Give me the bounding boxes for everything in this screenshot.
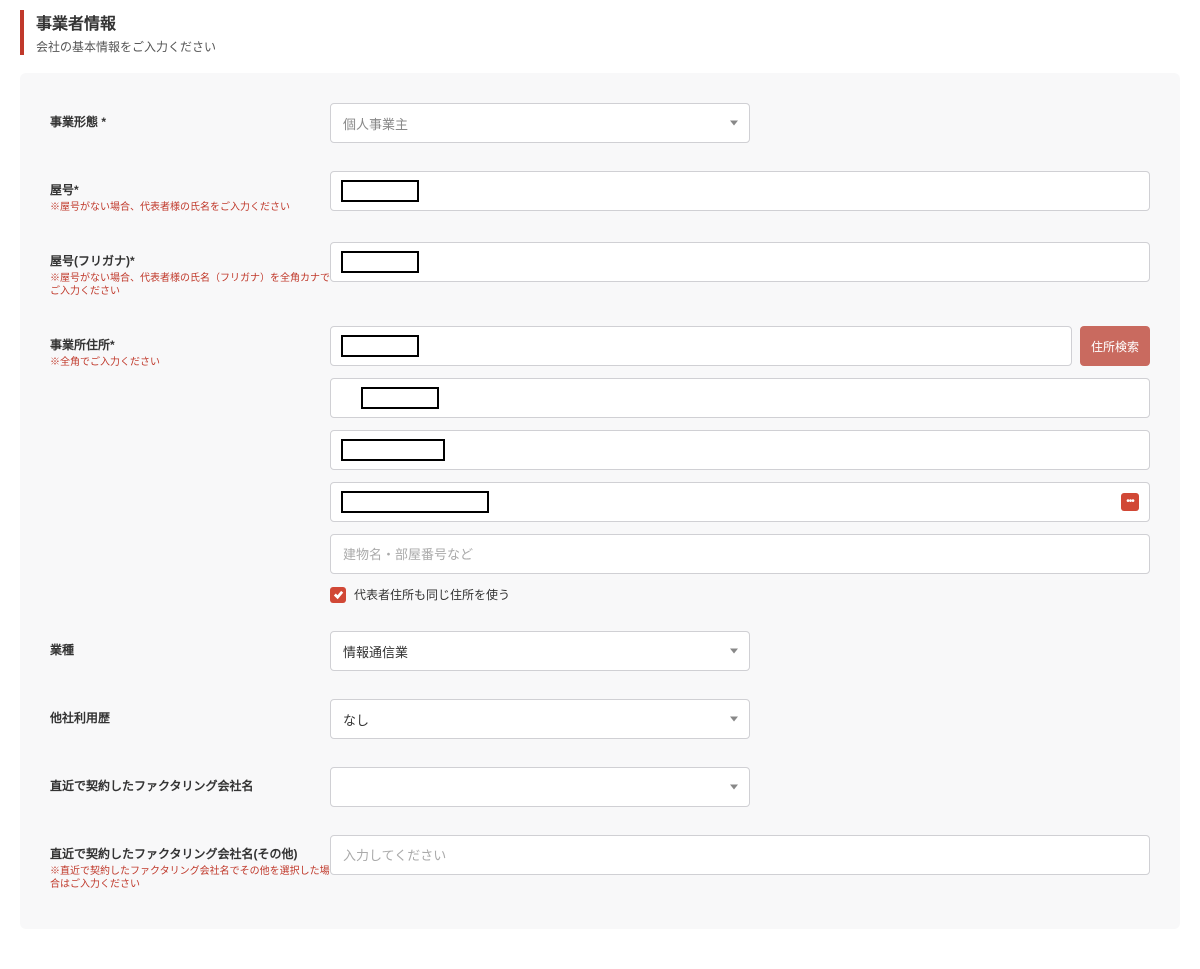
input-trade-name[interactable] bbox=[330, 171, 1150, 211]
note-recent-factoring-other: ※直近で契約したファクタリング会社名でその他を選択した場合はご入力ください bbox=[50, 865, 330, 891]
chevron-down-icon bbox=[730, 121, 738, 126]
input-city[interactable] bbox=[330, 430, 1150, 470]
note-office-address: ※全角でご入力ください bbox=[50, 356, 330, 369]
row-trade-name-kana: 屋号(フリガナ)* ※屋号がない場合、代表者様の氏名（フリガナ）を全角カナでご入… bbox=[50, 242, 1150, 298]
select-industry[interactable]: 情報通信業 bbox=[330, 631, 750, 671]
row-other-usage: 他社利用歴 なし bbox=[50, 699, 1150, 739]
row-business-form: 事業形態 * 個人事業主 bbox=[50, 103, 1150, 143]
input-building[interactable] bbox=[330, 534, 1150, 574]
select-other-usage[interactable]: なし bbox=[330, 699, 750, 739]
input-street[interactable]: ••• bbox=[330, 482, 1150, 522]
page-subtitle: 会社の基本情報をご入力ください bbox=[36, 38, 1180, 55]
row-recent-factoring: 直近で契約したファクタリング会社名 bbox=[50, 767, 1150, 807]
note-trade-name-kana: ※屋号がない場合、代表者様の氏名（フリガナ）を全角カナでご入力ください bbox=[50, 272, 330, 298]
same-address-row: 代表者住所も同じ住所を使う bbox=[330, 586, 1150, 603]
label-business-form: 事業形態 * bbox=[50, 113, 330, 130]
input-recent-factoring-other[interactable] bbox=[330, 835, 1150, 875]
select-recent-factoring[interactable] bbox=[330, 767, 750, 807]
row-office-address: 事業所住所* ※全角でご入力ください 住所検索 bbox=[50, 326, 1150, 603]
input-trade-name-kana[interactable] bbox=[330, 242, 1150, 282]
input-prefecture[interactable] bbox=[330, 378, 1150, 418]
form-panel: 事業形態 * 個人事業主 屋号* ※屋号がない場合、代表者様の氏名をご入力くださ… bbox=[20, 73, 1180, 929]
label-trade-name-kana: 屋号(フリガナ)* bbox=[50, 252, 330, 269]
label-other-usage: 他社利用歴 bbox=[50, 709, 330, 726]
row-industry: 業種 情報通信業 bbox=[50, 631, 1150, 671]
chevron-down-icon bbox=[730, 717, 738, 722]
page-title: 事業者情報 bbox=[36, 10, 1180, 34]
label-office-address: 事業所住所* bbox=[50, 336, 330, 353]
autofill-icon[interactable]: ••• bbox=[1121, 493, 1139, 511]
redacted-value bbox=[341, 491, 489, 513]
redacted-value bbox=[341, 439, 445, 461]
input-postal-code[interactable] bbox=[330, 326, 1072, 366]
label-recent-factoring: 直近で契約したファクタリング会社名 bbox=[50, 777, 330, 794]
redacted-value bbox=[341, 251, 419, 273]
note-trade-name: ※屋号がない場合、代表者様の氏名をご入力ください bbox=[50, 201, 330, 214]
checkbox-same-address[interactable] bbox=[330, 587, 346, 603]
row-trade-name: 屋号* ※屋号がない場合、代表者様の氏名をご入力ください bbox=[50, 171, 1150, 214]
row-recent-factoring-other: 直近で契約したファクタリング会社名(その他) ※直近で契約したファクタリング会社… bbox=[50, 835, 1150, 891]
label-recent-factoring-other: 直近で契約したファクタリング会社名(その他) bbox=[50, 845, 330, 862]
label-industry: 業種 bbox=[50, 641, 330, 658]
select-business-form[interactable]: 個人事業主 bbox=[330, 103, 750, 143]
chevron-down-icon bbox=[730, 649, 738, 654]
label-same-address: 代表者住所も同じ住所を使う bbox=[354, 586, 510, 603]
label-trade-name: 屋号* bbox=[50, 181, 330, 198]
chevron-down-icon bbox=[730, 785, 738, 790]
redacted-value bbox=[341, 335, 419, 357]
redacted-value bbox=[341, 180, 419, 202]
address-search-button[interactable]: 住所検索 bbox=[1080, 326, 1150, 366]
page-header: 事業者情報 会社の基本情報をご入力ください bbox=[20, 10, 1180, 55]
redacted-value bbox=[361, 387, 439, 409]
